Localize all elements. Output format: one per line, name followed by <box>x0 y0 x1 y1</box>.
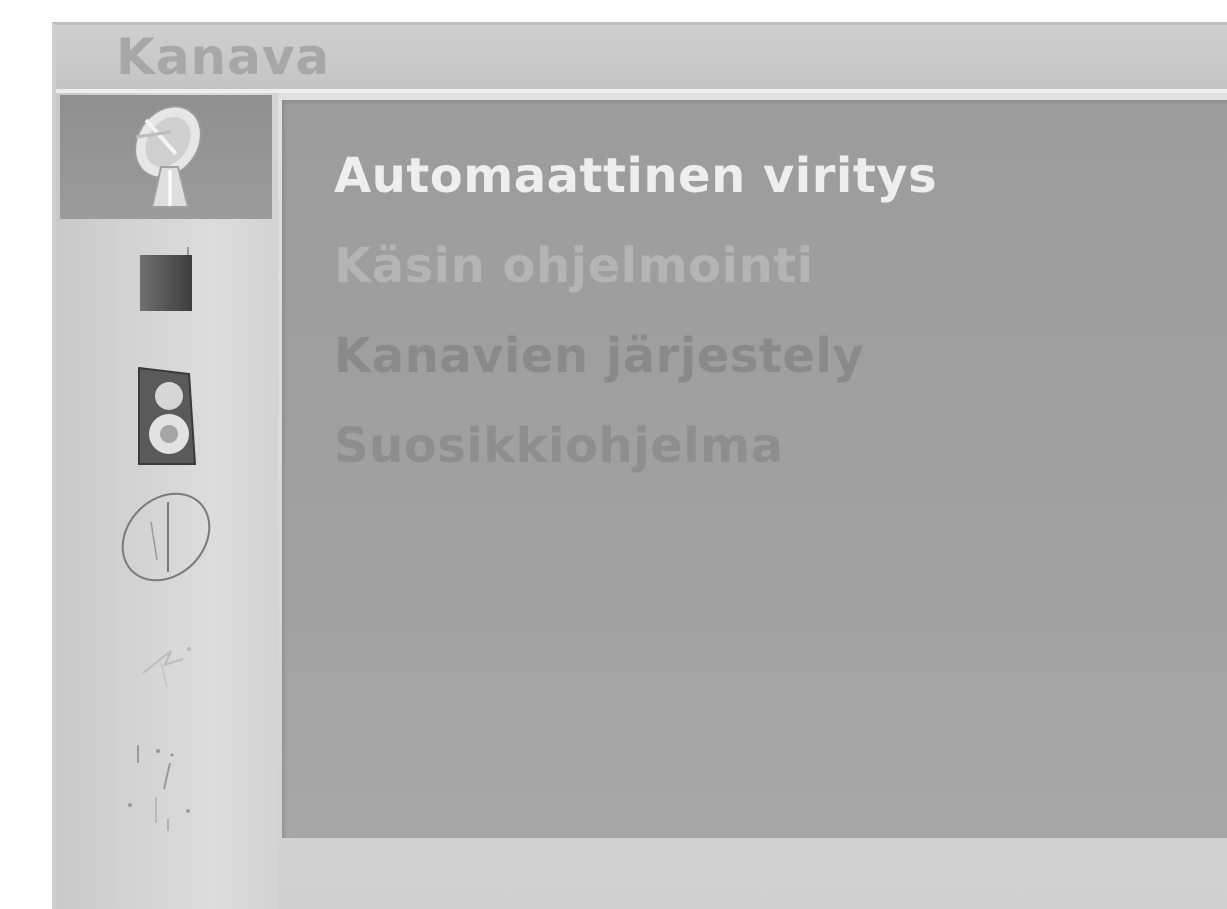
menu-item-program-edit[interactable]: Kanavien järjestely <box>334 326 864 386</box>
menu-title: Kanava <box>116 28 331 86</box>
special-icon <box>142 647 191 688</box>
tv-menu-window: Kanava Automaattinen viritys Käsin ohjel… <box>52 22 1227 909</box>
sidebar-item-sound[interactable] <box>60 353 272 477</box>
menu-item-auto-tuning[interactable]: Automaattinen viritys <box>334 146 937 206</box>
screen-icon <box>128 745 190 831</box>
clock-icon <box>121 492 211 582</box>
menu-item-manual-programming[interactable]: Käsin ohjelmointi <box>334 236 814 296</box>
sidebar-item-channel[interactable] <box>60 95 272 219</box>
menu-title-bar: Kanava <box>56 25 1227 93</box>
satellite-dish-icon <box>134 105 202 208</box>
sidebar-item-special[interactable] <box>60 601 272 725</box>
menu-category-sidebar <box>56 93 278 909</box>
menu-item-favourite-programme[interactable]: Suosikkiohjelma <box>334 416 784 476</box>
sidebar-item-screen[interactable] <box>60 721 272 845</box>
sidebar-item-time[interactable] <box>60 475 272 599</box>
channel-submenu-panel: Automaattinen viritys Käsin ohjelmointi … <box>282 100 1227 838</box>
picture-icon <box>140 247 192 311</box>
sidebar-item-picture[interactable] <box>60 221 272 345</box>
sound-icon <box>138 366 197 465</box>
